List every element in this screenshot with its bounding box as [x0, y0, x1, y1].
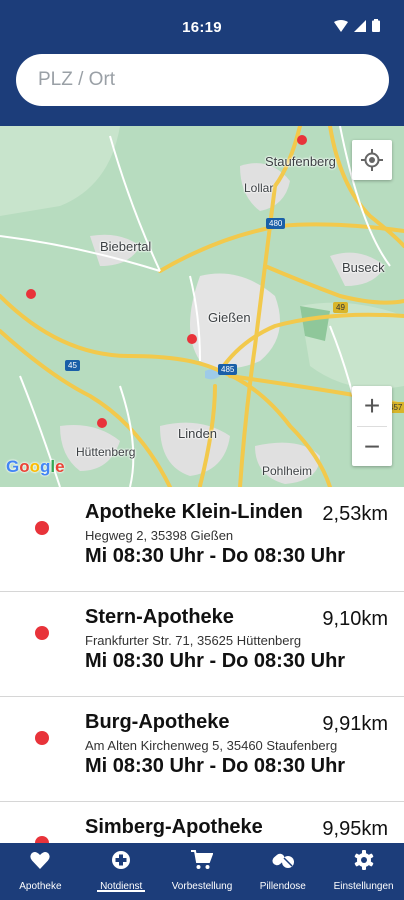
map-marker — [297, 135, 307, 145]
cart-icon — [190, 850, 213, 869]
battery-icon — [372, 19, 380, 32]
pharmacy-marker-icon — [35, 731, 49, 745]
gear-icon — [354, 850, 373, 870]
nav-label: Apotheke — [19, 881, 62, 892]
pharmacy-list[interactable]: Apotheke Klein-Linden 2,53km Hegweg 2, 3… — [0, 487, 404, 843]
bottom-navigation: Apotheke Notdienst Vorbestellung Pillend… — [0, 843, 404, 900]
highway-badge: 480 — [266, 218, 286, 229]
zoom-in-button[interactable]: + — [352, 386, 392, 426]
pharmacy-marker-icon — [35, 626, 49, 640]
search-input[interactable] — [16, 54, 389, 106]
crosshair-icon — [361, 149, 383, 171]
pharmacy-distance: 9,95km — [322, 818, 388, 840]
app-root: 16:19 PLZ / Ort Staufenberg Lollar Biebe… — [0, 0, 404, 900]
nav-pillendose[interactable]: Pillendose — [242, 843, 323, 900]
highway-badge: 485 — [218, 364, 238, 375]
wifi-icon — [334, 19, 348, 32]
pharmacy-marker-icon — [35, 521, 49, 535]
google-logo: Google — [6, 457, 65, 476]
my-location-button[interactable] — [352, 140, 392, 180]
pharmacy-list-item[interactable]: Apotheke Klein-Linden 2,53km Hegweg 2, 3… — [0, 487, 404, 592]
pharmacy-distance: 2,53km — [322, 503, 388, 525]
map-marker — [97, 418, 107, 428]
pharmacy-distance: 9,10km — [322, 608, 388, 630]
map-label-huettenberg: Hüttenberg — [76, 445, 136, 459]
pharmacy-name: Apotheke Klein-Linden — [85, 501, 303, 523]
heart-icon — [30, 852, 51, 869]
nav-vorbestellung[interactable]: Vorbestellung — [162, 843, 243, 900]
map-label-giessen: Gießen — [208, 310, 251, 325]
pharmacy-list-item[interactable]: Simberg-Apotheke 9,95km — [0, 802, 404, 843]
nav-label: Vorbestellung — [171, 881, 233, 892]
active-tab-indicator — [97, 890, 146, 892]
map-label-biebertal: Biebertal — [100, 239, 152, 254]
pharmacy-list-item[interactable]: Stern-Apotheke 9,10km Frankfurter Str. 7… — [0, 592, 404, 697]
highway-badge: 45 — [65, 360, 80, 371]
zoom-out-button[interactable]: − — [352, 427, 392, 467]
map-label-staufenberg: Staufenberg — [265, 154, 336, 169]
map-label-pohlheim: Pohlheim — [262, 464, 313, 478]
nav-einstellungen[interactable]: Einstellungen — [323, 843, 404, 900]
signal-icon — [354, 19, 366, 32]
zoom-controls: + − — [352, 386, 392, 466]
pharmacy-hours: Mi 08:30 Uhr - Do 08:30 Uhr — [85, 650, 346, 672]
pharmacy-distance: 9,91km — [322, 713, 388, 735]
pharmacy-name: Stern-Apotheke — [85, 606, 234, 628]
map-label-linden: Linden — [178, 426, 218, 441]
status-bar: 16:19 — [0, 0, 404, 52]
pharmacy-list-item[interactable]: Burg-Apotheke 9,91km Am Alten Kirchenweg… — [0, 697, 404, 802]
pharmacy-address: Frankfurter Str. 71, 35625 Hüttenberg — [85, 633, 302, 648]
pharmacy-address: Am Alten Kirchenweg 5, 35460 Staufenberg — [85, 738, 338, 753]
emergency-icon — [112, 851, 131, 869]
map-label-buseck: Buseck — [342, 260, 385, 275]
pharmacy-marker-icon — [35, 836, 49, 843]
header: 16:19 — [0, 0, 404, 126]
pharmacy-hours: Mi 08:30 Uhr - Do 08:30 Uhr — [85, 545, 346, 567]
status-icons — [334, 19, 380, 32]
map-view[interactable]: Staufenberg Lollar Biebertal Buseck Gieß… — [0, 126, 404, 487]
map-label-lollar: Lollar — [244, 181, 274, 195]
map-marker — [26, 289, 36, 299]
nav-label: Einstellungen — [333, 881, 394, 892]
pill-icon — [272, 853, 294, 868]
pharmacy-address: Hegweg 2, 35398 Gießen — [85, 528, 234, 543]
pharmacy-name: Simberg-Apotheke — [85, 816, 263, 838]
nav-apotheke[interactable]: Apotheke — [0, 843, 81, 900]
pharmacy-name: Burg-Apotheke — [85, 711, 230, 733]
map-marker — [187, 334, 197, 344]
nav-notdienst[interactable]: Notdienst — [81, 843, 162, 900]
highway-badge: 49 — [333, 302, 348, 313]
pharmacy-hours: Mi 08:30 Uhr - Do 08:30 Uhr — [85, 755, 346, 777]
nav-label: Pillendose — [259, 881, 306, 892]
